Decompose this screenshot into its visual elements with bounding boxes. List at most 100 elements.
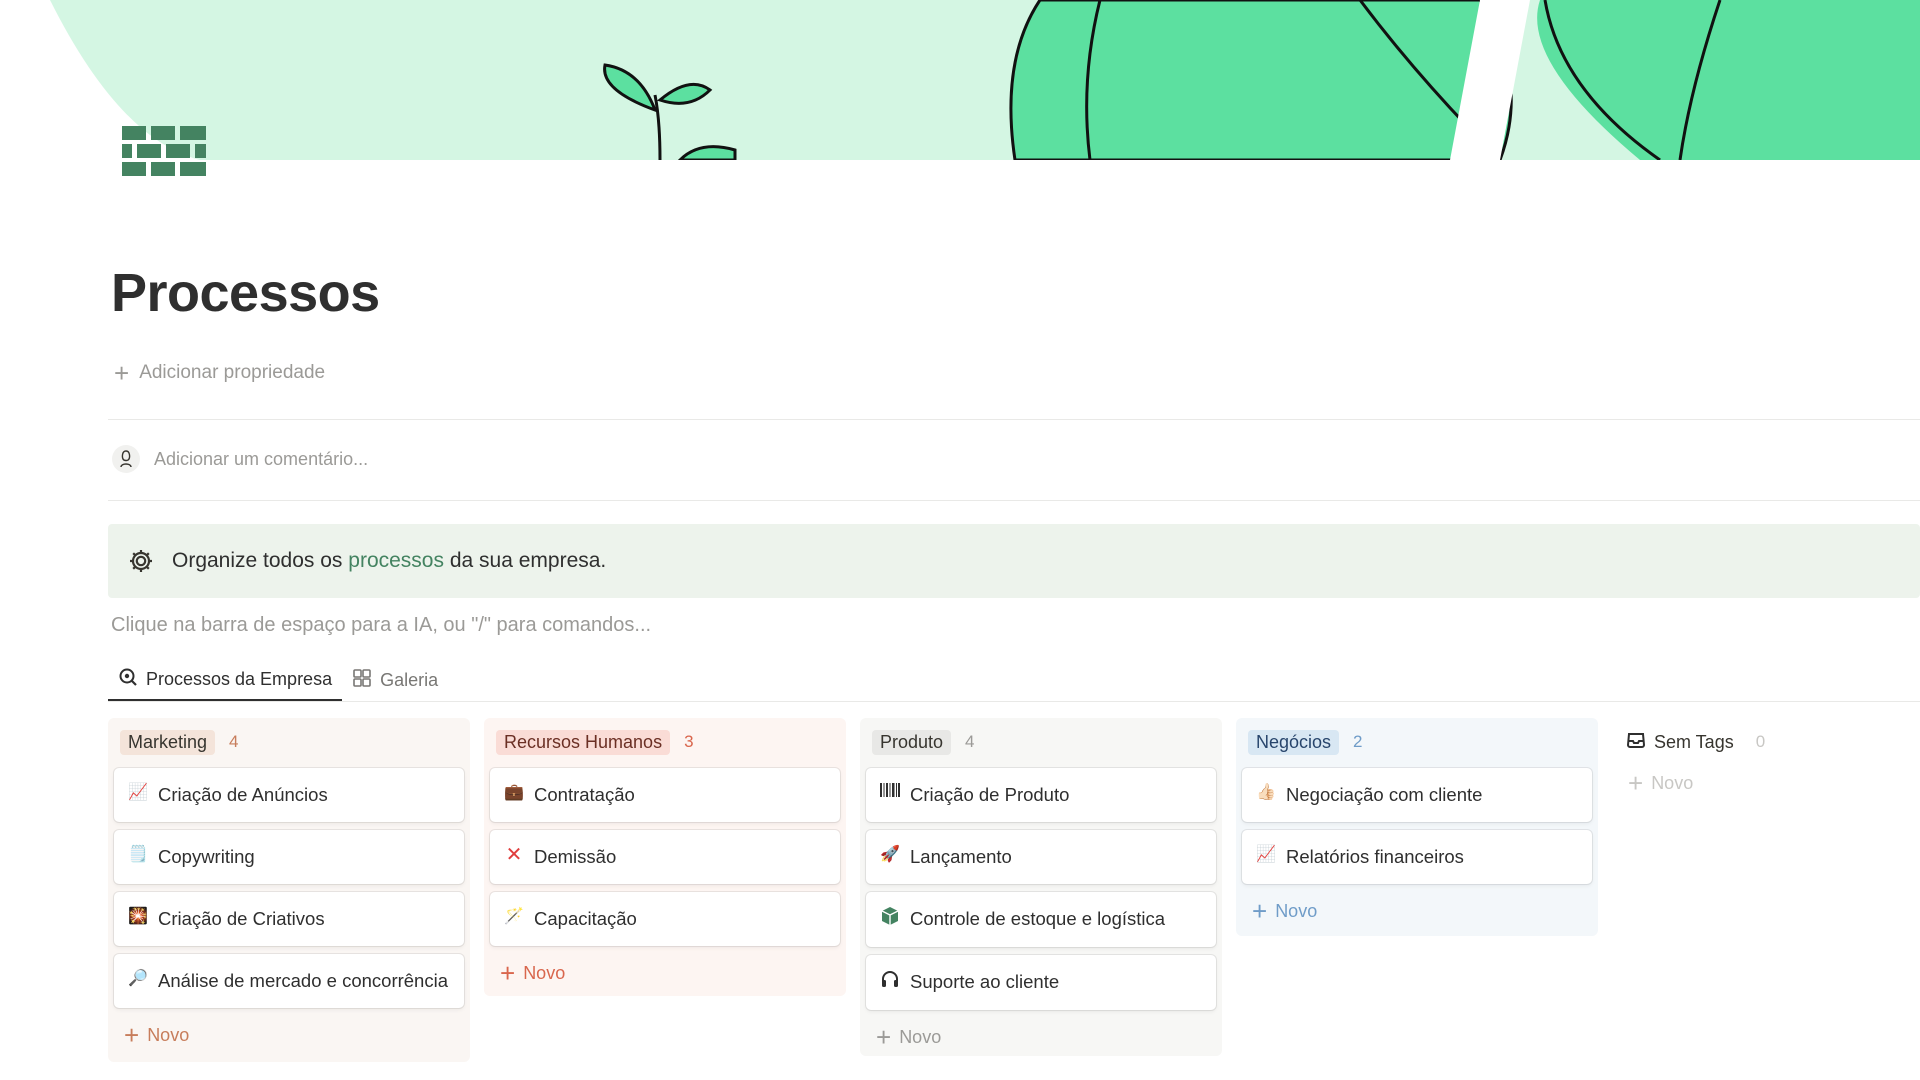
column-count: 4 (229, 732, 239, 751)
column-tag: Sem Tags (1624, 728, 1742, 757)
card-title: Contratação (534, 784, 635, 805)
column-header[interactable]: Recursos Humanos 3 (490, 724, 840, 760)
callout-text: Organize todos os processos da sua empre… (172, 549, 606, 573)
board-card[interactable]: Criação de Produto (866, 768, 1216, 822)
board-card[interactable]: 🗒️ Copywriting (114, 830, 464, 884)
column-header[interactable]: Negócios 2 (1242, 724, 1592, 760)
cross-mark-icon: ✕ (505, 844, 523, 866)
thumbs-up-icon: 👍🏻 (1256, 784, 1276, 801)
card-title: Suporte ao cliente (910, 971, 1060, 992)
board-card[interactable]: 👍🏻 Negociação com cliente (1242, 768, 1592, 822)
card-title: Lançamento (910, 846, 1012, 867)
search-cog-icon (118, 667, 138, 692)
callout-prefix: Organize todos os (172, 549, 343, 572)
rocket-icon: 🚀 (880, 846, 900, 863)
kanban-board: Marketing 4 📈 Criação de Anúncios 🗒️ Copyw… (108, 718, 1912, 1062)
tab-processos-da-empresa[interactable]: Processos da Empresa (108, 660, 343, 701)
board-card[interactable]: Suporte ao cliente (866, 955, 1216, 1010)
page-icon-brick-wall[interactable] (120, 124, 208, 190)
new-label: Novo (899, 1026, 942, 1047)
headphones-icon (880, 969, 900, 996)
avatar (112, 445, 140, 473)
briefcase-icon: 💼 (504, 784, 524, 801)
board-card[interactable]: Controle de estoque e logística (866, 892, 1216, 947)
column-count: 4 (965, 732, 975, 751)
new-label: Novo (1651, 772, 1694, 793)
board-card[interactable]: 🪄 Capacitação (490, 892, 840, 946)
new-card-button[interactable]: + Novo (490, 946, 840, 994)
column-tag: Negócios (1248, 729, 1340, 755)
block-placeholder[interactable]: Clique na barra de espaço para a IA, ou … (111, 614, 651, 637)
card-title: Relatórios financeiros (1286, 846, 1464, 867)
board-card[interactable]: 💼 Contratação (490, 768, 840, 822)
tab-galeria[interactable]: Galeria (342, 660, 448, 700)
board-card[interactable]: 📈 Criação de Anúncios (114, 768, 464, 822)
board-card[interactable]: 🔎 Análise de mercado e concorrência (114, 954, 464, 1008)
page-cover[interactable] (0, 0, 1920, 160)
new-card-button[interactable]: + Novo (1242, 884, 1592, 932)
plus-icon: + (876, 1022, 892, 1052)
column-tag: Recursos Humanos (496, 729, 671, 755)
board-column-recursos-humanos: Recursos Humanos 3 💼 Contratação ✕ Demissã… (484, 718, 846, 996)
chart-up-icon: 📈 (128, 784, 148, 801)
barcode-icon (880, 782, 900, 805)
board-column-produto: Produto 4 Criação de Produto 🚀 Lançamento… (860, 718, 1222, 1056)
column-header[interactable]: Produto 4 (866, 724, 1216, 760)
magic-wand-icon: 🪄 (504, 908, 524, 925)
column-tag: Marketing (120, 729, 216, 755)
magnifier-icon: 🔎 (128, 970, 148, 987)
card-title: Análise de mercado e concorrência (158, 970, 448, 991)
card-title: Capacitação (534, 908, 637, 929)
divider (108, 500, 1920, 501)
divider (108, 419, 1920, 420)
callout-block[interactable]: Organize todos os processos da sua empre… (108, 524, 1920, 598)
column-count: 3 (684, 732, 694, 751)
brick-wall-icon (122, 126, 206, 176)
view-tabs: Processos da Empresa Galeria (108, 660, 1920, 702)
tab-label: Galeria (380, 669, 439, 690)
chart-up-icon: 📈 (1256, 846, 1276, 863)
card-title: Copywriting (158, 846, 255, 867)
sparkle-image-icon: 🎇 (128, 908, 148, 925)
gear-icon (128, 548, 154, 574)
new-label: Novo (1275, 900, 1318, 921)
callout-highlight: processos (348, 549, 444, 572)
add-property-button[interactable]: + Adicionar propriedade (114, 360, 325, 386)
board-column-sem-tags: Sem Tags 0 + Novo (1612, 718, 1912, 1062)
card-title: Criação de Criativos (158, 908, 325, 929)
column-tag: Produto (872, 729, 952, 755)
column-tag-label: Sem Tags (1654, 731, 1734, 752)
column-count: 2 (1353, 732, 1363, 751)
new-label: Novo (147, 1024, 190, 1045)
board-card[interactable]: 🚀 Lançamento (866, 830, 1216, 884)
cover-leaf-illustration (50, 0, 1920, 160)
package-icon (880, 906, 900, 933)
column-count: 0 (1755, 732, 1766, 751)
callout-suffix: da sua empresa. (449, 549, 607, 572)
card-title: Demissão (534, 846, 617, 867)
plus-icon: + (114, 358, 130, 388)
notepad-icon: 🗒️ (128, 846, 148, 863)
comment-input[interactable]: Adicionar um comentário... (112, 445, 368, 473)
comment-placeholder: Adicionar um comentário... (154, 448, 369, 469)
new-card-button[interactable]: + Novo (866, 1010, 1216, 1058)
board-card[interactable]: ✕ Demissão (490, 830, 840, 884)
gallery-grid-icon (352, 668, 372, 693)
inbox-icon (1626, 730, 1646, 755)
board-column-marketing: Marketing 4 📈 Criação de Anúncios 🗒️ Copyw… (108, 718, 470, 1062)
new-label: Novo (523, 962, 566, 983)
tab-label: Processos da Empresa (146, 669, 333, 689)
column-header[interactable]: Marketing 4 (114, 724, 464, 760)
board-column-negocios: Negócios 2 👍🏻 Negociação com cliente 📈 Rel… (1236, 718, 1598, 936)
page-title[interactable]: Processos (111, 262, 380, 324)
new-card-button[interactable]: + Novo (1618, 760, 1906, 804)
card-title: Criação de Anúncios (158, 784, 328, 805)
plus-icon: + (500, 958, 516, 988)
column-header[interactable]: Sem Tags 0 (1618, 724, 1906, 760)
board-card[interactable]: 📈 Relatórios financeiros (1242, 830, 1592, 884)
new-card-button[interactable]: + Novo (114, 1008, 464, 1056)
card-title: Criação de Produto (910, 784, 1070, 805)
add-property-label: Adicionar propriedade (139, 362, 326, 383)
card-title: Negociação com cliente (1286, 784, 1483, 805)
board-card[interactable]: 🎇 Criação de Criativos (114, 892, 464, 946)
